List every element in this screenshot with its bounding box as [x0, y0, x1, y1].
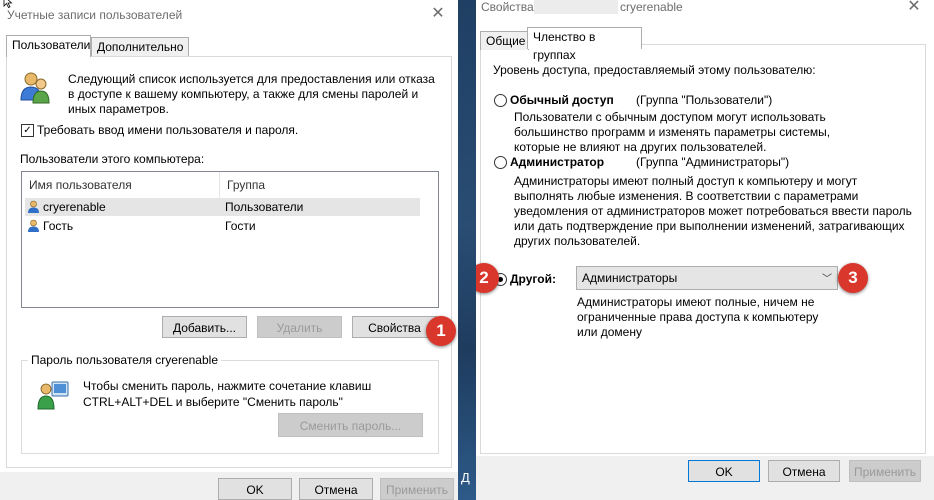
change-password-button[interactable]: Сменить пароль... — [278, 413, 423, 437]
password-groupbox-legend: Пароль пользователя cryerenable — [28, 353, 221, 367]
other-label[interactable]: Другой: — [510, 272, 556, 287]
user-icon — [28, 219, 39, 232]
admin-desc-line-4: или дать подтверждение при выполнении из… — [514, 219, 905, 233]
radio-administrator[interactable] — [494, 156, 507, 169]
step-marker-3: 3 — [838, 263, 868, 293]
close-icon[interactable]: ✕ — [428, 3, 448, 25]
mouse-cursor-icon — [3, 0, 13, 8]
tab-users[interactable]: Пользователи — [6, 35, 91, 57]
close-icon[interactable]: ✕ — [904, 0, 924, 18]
password-hint-line-1: Чтобы сменить пароль, нажмите сочетание … — [83, 379, 372, 393]
admin-desc-line-2: выполнять любые изменения. В соответстви… — [514, 189, 859, 203]
row-group: Пользователи — [225, 200, 304, 214]
column-header-username[interactable]: Имя пользователя — [29, 178, 132, 192]
cancel-button[interactable]: Отмена — [768, 460, 840, 482]
administrator-label[interactable]: Администратор — [510, 155, 604, 170]
standard-desc-line-1: Пользователи с обычным доступом могут ис… — [514, 110, 826, 124]
remove-user-button[interactable]: Удалить — [257, 316, 342, 338]
properties-button[interactable]: Свойства — [352, 316, 437, 338]
add-user-button[interactable]: Добавить... — [162, 316, 247, 338]
group-select-dropdown[interactable]: Администраторы ﹀ — [576, 266, 838, 290]
users-group-icon — [20, 72, 50, 104]
cancel-button[interactable]: Отмена — [299, 478, 373, 500]
password-hint-line-2: CTRL+ALT+DEL и выберите "Сменить пароль" — [83, 395, 343, 409]
row-group: Гости — [225, 219, 256, 233]
chevron-down-icon: ﹀ — [822, 274, 832, 285]
admin-desc-line-1: Администраторы имеют полный доступ к ком… — [514, 174, 858, 188]
group-select-value: Администраторы — [582, 271, 678, 285]
window-title-suffix: cryerenable — [620, 0, 683, 14]
ok-button[interactable]: OK — [218, 478, 292, 500]
tab-advanced[interactable]: Дополнительно — [91, 37, 189, 56]
table-header: Имя пользователя Группа — [22, 172, 438, 198]
step-marker-1: 1 — [426, 316, 456, 346]
radio-standard-access[interactable] — [494, 94, 507, 107]
desktop-background: Д — [458, 0, 476, 500]
intro-line-2: в доступе к вашему компьютеру, а также д… — [68, 87, 419, 101]
user-accounts-dialog: Учетные записи пользователей ✕ Пользоват… — [0, 0, 458, 500]
intro-line-3: иных параметров. — [68, 102, 169, 116]
access-level-label: Уровень доступа, предоставляемый этому п… — [493, 63, 816, 77]
title-bar[interactable]: Учетные записи пользователей ✕ — [0, 0, 458, 30]
user-properties-dialog: Свойства: cryerenable ✕ Общие Членство в… — [476, 0, 934, 500]
users-list-label: Пользователи этого компьютера: — [20, 152, 205, 166]
standard-desc-line-2: большинство программ и изменять параметр… — [514, 125, 831, 139]
column-divider[interactable] — [219, 172, 220, 198]
tab-group-membership[interactable]: Членство в группах — [527, 27, 642, 62]
require-password-checkbox[interactable]: ✓ — [21, 124, 34, 137]
require-password-label[interactable]: Требовать ввод имени пользователя и паро… — [37, 123, 298, 138]
intro-line-1: Следующий список используется для предос… — [68, 72, 435, 86]
standard-desc-line-3: которые не влияют на других пользователе… — [514, 140, 767, 154]
desktop-text-fragment: Д — [461, 470, 470, 485]
other-desc-line-3: или домену — [577, 325, 642, 339]
redacted-username — [534, 0, 618, 14]
window-title: Учетные записи пользователей — [7, 8, 183, 22]
apply-button[interactable]: Применить — [849, 460, 921, 482]
window-title-prefix: Свойства: — [481, 0, 538, 14]
column-header-group[interactable]: Группа — [227, 178, 265, 192]
apply-button[interactable]: Применить — [380, 478, 454, 500]
table-row[interactable]: cryerenable Пользователи — [25, 198, 420, 216]
user-key-icon — [37, 381, 69, 410]
standard-access-group: (Группа "Пользователи") — [636, 93, 773, 107]
admin-desc-line-3: уведомления от администраторов может пот… — [514, 204, 912, 218]
row-username: cryerenable — [43, 200, 106, 214]
standard-access-label[interactable]: Обычный доступ — [510, 93, 614, 108]
administrator-group: (Группа "Администраторы") — [636, 155, 790, 169]
title-bar[interactable]: Свойства: cryerenable ✕ — [476, 0, 934, 30]
ok-button[interactable]: OK — [688, 460, 760, 482]
tab-general[interactable]: Общие — [480, 31, 529, 50]
users-table: Имя пользователя Группа cryerenable Поль… — [21, 171, 439, 308]
other-desc-line-1: Администраторы имеют полные, ничем не — [577, 295, 815, 309]
table-row[interactable]: Гость Гости — [25, 217, 420, 235]
other-desc-line-2: ограниченные права доступа к компьютеру — [577, 310, 819, 324]
row-username: Гость — [43, 219, 74, 233]
admin-desc-line-5: других пользователей. — [514, 234, 641, 248]
user-icon — [28, 200, 39, 213]
